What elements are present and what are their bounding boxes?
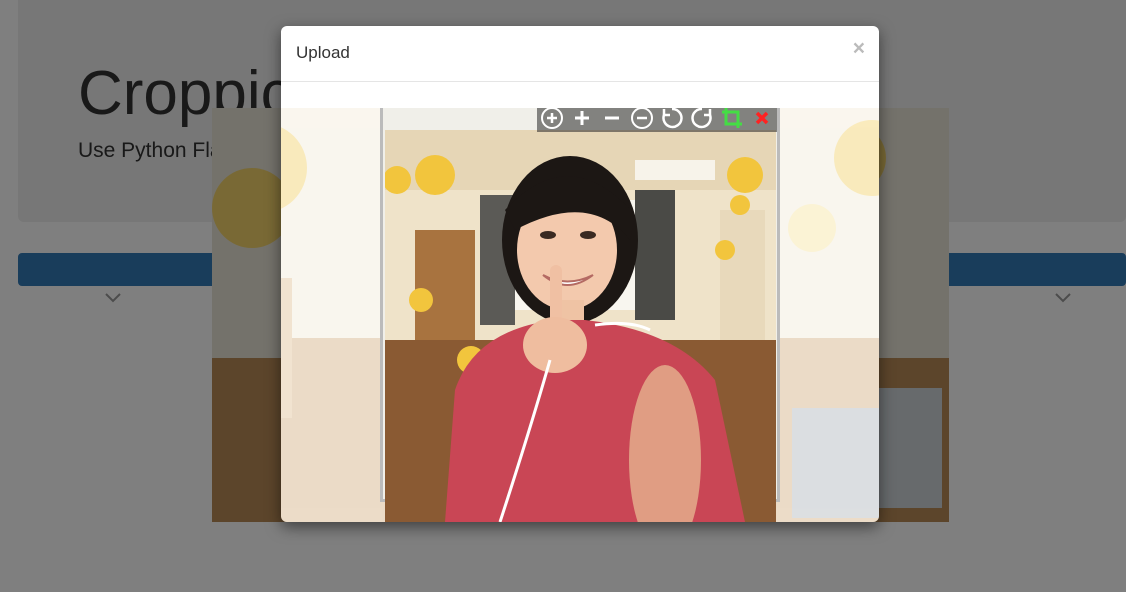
cancel-icon[interactable] — [747, 108, 777, 132]
modal-header: Upload × — [281, 26, 879, 82]
crop-area[interactable] — [281, 108, 879, 522]
minus-icon[interactable] — [597, 108, 627, 132]
upload-modal: Upload × — [281, 26, 879, 522]
zoom-in-circle-icon[interactable] — [537, 108, 567, 132]
rotate-right-icon[interactable] — [687, 108, 717, 132]
crop-image[interactable] — [385, 130, 776, 522]
plus-icon[interactable] — [567, 108, 597, 132]
rotate-left-icon[interactable] — [657, 108, 687, 132]
modal-title: Upload — [296, 43, 350, 62]
close-button[interactable]: × — [853, 38, 865, 59]
crop-toolbar — [537, 108, 777, 132]
crop-icon[interactable] — [717, 108, 747, 132]
zoom-out-circle-icon[interactable] — [627, 108, 657, 132]
